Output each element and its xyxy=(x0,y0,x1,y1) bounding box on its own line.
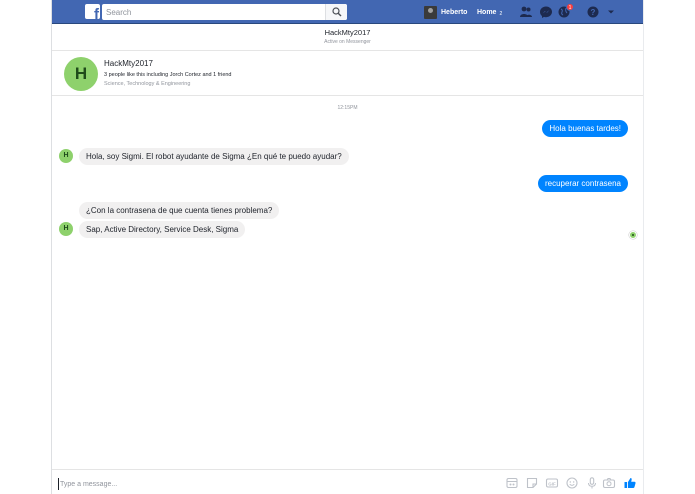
message-bubble-incoming[interactable]: ¿Con la contrasena de que cuenta tienes … xyxy=(79,202,280,219)
home-link[interactable]: Home 2 xyxy=(477,4,502,20)
search-input[interactable] xyxy=(102,4,324,20)
facebook-logo-icon[interactable]: f xyxy=(85,4,100,19)
conversation-header: HackMty2017 Active on Messenger xyxy=(52,24,643,51)
emoji-icon[interactable] xyxy=(565,476,579,490)
search-button[interactable] xyxy=(325,4,347,20)
avatar xyxy=(424,5,437,19)
messenger-icon[interactable] xyxy=(539,5,553,19)
bot-avatar[interactable]: H xyxy=(59,222,73,236)
profile-name: Heberto xyxy=(441,8,468,16)
search-box xyxy=(102,4,347,20)
account-menu-caret-icon[interactable] xyxy=(604,5,618,19)
bot-avatar[interactable]: H xyxy=(59,149,73,163)
message-bubble-incoming[interactable]: Hola, soy Sigmi. El robot ayudante de Si… xyxy=(79,148,349,165)
home-label: Home xyxy=(477,8,497,16)
gif-icon[interactable]: GIF xyxy=(545,476,559,490)
message-bubble-outgoing[interactable]: recuperar contrasena xyxy=(537,175,628,192)
message-bubble-outgoing[interactable]: Hola buenas tardes! xyxy=(542,120,628,137)
sticker-grid-icon[interactable] xyxy=(505,476,519,490)
message-input[interactable] xyxy=(58,478,488,490)
camera-icon[interactable] xyxy=(602,476,616,490)
active-status: Active on Messenger xyxy=(324,39,371,45)
svg-text:?: ? xyxy=(591,8,596,17)
message-bubble-incoming[interactable]: Sap, Active Directory, Service Desk, Sig… xyxy=(79,221,246,238)
seen-indicator-avatar xyxy=(629,231,637,239)
notifications-badge: 1 xyxy=(566,3,574,11)
conversation-title[interactable]: HackMty2017 xyxy=(52,28,643,37)
home-count: 2 xyxy=(499,10,503,17)
message-composer: GIF xyxy=(52,469,643,494)
thumbs-up-icon[interactable] xyxy=(623,476,637,490)
page-info-card: H HackMty2017 3 people like this includi… xyxy=(52,51,643,96)
friend-requests-icon[interactable] xyxy=(519,5,533,19)
page-name[interactable]: HackMty2017 xyxy=(104,59,153,68)
message-timestamp: 12:15PM xyxy=(337,105,358,111)
sticker-icon[interactable] xyxy=(525,476,539,490)
help-icon[interactable]: ? xyxy=(586,5,600,19)
right-divider xyxy=(643,0,644,494)
top-navigation-bar: f Heberto Home 2 1 ? xyxy=(52,0,643,24)
svg-text:GIF: GIF xyxy=(548,481,556,486)
microphone-icon[interactable] xyxy=(585,476,599,490)
page-category: Science, Technology & Engineering xyxy=(104,81,191,87)
profile-link[interactable]: Heberto xyxy=(424,4,467,20)
search-icon xyxy=(332,7,342,17)
page-avatar[interactable]: H xyxy=(64,57,98,91)
page-likes-text: 3 people like this including Jorch Corte… xyxy=(104,72,232,78)
